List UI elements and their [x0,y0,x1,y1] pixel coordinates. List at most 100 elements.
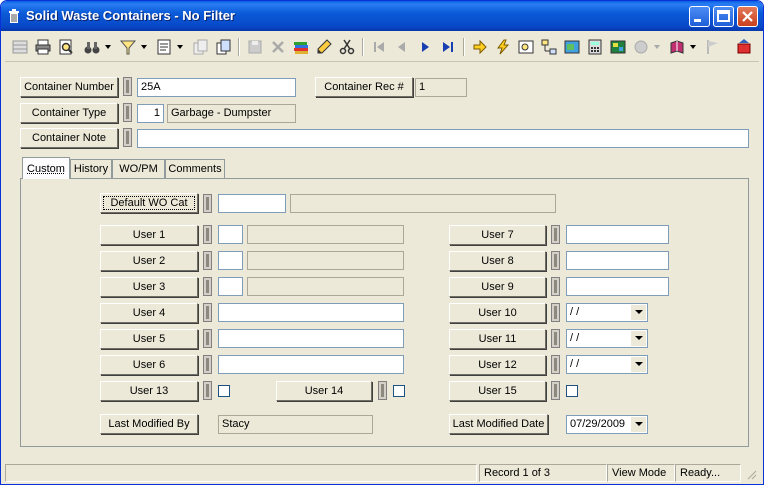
reports-dropdown-icon[interactable] [177,44,183,50]
user15-checkbox[interactable] [566,385,578,397]
user2-button[interactable]: User 2 [100,251,198,271]
user3-code-input[interactable] [218,277,243,296]
user10-date-picker[interactable]: / / [566,303,648,322]
container-type-description: Garbage - Dumpster [167,104,296,123]
application-window: Solid Waste Containers - No Filter Conta… [0,0,764,485]
next-record-button[interactable] [414,36,436,58]
container-type-button[interactable]: Container Type [20,103,118,123]
user7-input[interactable] [566,225,669,244]
field-marker [551,355,560,374]
default-wo-cat-button[interactable]: Default WO Cat [100,193,198,213]
minimize-button[interactable] [689,6,710,27]
print-button[interactable] [32,36,54,58]
help-dropdown-icon[interactable] [690,44,696,50]
status-state: Ready... [675,464,741,482]
books-button[interactable] [290,36,312,58]
maximize-icon [717,10,730,22]
flag-button[interactable] [702,36,724,58]
save-button[interactable] [244,36,266,58]
lightning-button[interactable] [492,36,514,58]
user15-button[interactable]: User 15 [449,381,546,401]
user5-input[interactable] [218,329,404,348]
chevron-down-icon[interactable] [631,357,646,372]
container-type-code-input[interactable]: 1 [137,104,164,123]
container-rec-button[interactable]: Container Rec # [315,77,413,97]
container-note-button[interactable]: Container Note [20,128,118,148]
first-record-button[interactable] [368,36,390,58]
user1-code-input[interactable] [218,225,243,244]
user13-button[interactable]: User 13 [100,381,198,401]
user3-button[interactable]: User 3 [100,277,198,297]
user5-button[interactable]: User 5 [100,329,198,349]
globe-button[interactable] [630,36,652,58]
maximize-button[interactable] [713,6,734,27]
user4-input[interactable] [218,303,404,322]
previous-record-button[interactable] [391,36,413,58]
user2-code-input[interactable] [218,251,243,270]
toolbar [5,34,759,62]
default-wo-cat-code-input[interactable] [218,194,286,213]
user13-checkbox[interactable] [218,385,230,397]
copy-disabled-button[interactable] [189,36,211,58]
user9-button[interactable]: User 9 [449,277,546,297]
user11-button[interactable]: User 11 [449,329,546,349]
reports-button[interactable] [153,36,175,58]
search-window-button[interactable] [515,36,537,58]
container-note-input[interactable] [137,129,749,148]
goto-button[interactable] [469,36,491,58]
find-dropdown-icon[interactable] [105,44,111,50]
user12-button[interactable]: User 12 [449,355,546,375]
user8-button[interactable]: User 8 [449,251,546,271]
container-number-input[interactable]: 25A [137,78,296,97]
chevron-down-icon[interactable] [631,331,646,346]
user9-input[interactable] [566,277,669,296]
minimize-icon [694,19,701,22]
chevron-down-icon[interactable] [631,417,646,432]
user7-button[interactable]: User 7 [449,225,546,245]
last-record-button[interactable] [437,36,459,58]
last-modified-by-button[interactable]: Last Modified By [100,414,198,434]
user12-date-picker[interactable]: / / [566,355,648,374]
cancel-button[interactable] [267,36,289,58]
copy-record-button[interactable] [212,36,234,58]
edit-button[interactable] [313,36,335,58]
last-modified-date-picker[interactable]: 07/29/2009 [566,415,648,434]
new-record-button[interactable] [9,36,31,58]
calculator-button[interactable] [584,36,606,58]
title-bar[interactable]: Solid Waste Containers - No Filter [1,1,763,31]
container-number-button[interactable]: Container Number [20,77,118,97]
resize-grip-icon[interactable] [745,468,757,480]
user14-button[interactable]: User 14 [276,381,372,401]
filter-button[interactable] [117,36,139,58]
exit-button[interactable] [733,36,755,58]
user14-checkbox[interactable] [393,385,405,397]
cut-button[interactable] [336,36,358,58]
tab-wo-pm[interactable]: WO/PM [112,159,165,178]
user1-button[interactable]: User 1 [100,225,198,245]
user4-button[interactable]: User 4 [100,303,198,323]
globe-dropdown-icon[interactable] [654,44,660,50]
user6-button[interactable]: User 6 [100,355,198,375]
tab-history[interactable]: History [70,159,112,178]
find-button[interactable] [81,36,103,58]
close-button[interactable] [737,6,758,27]
help-book-button[interactable] [666,36,688,58]
hierarchy-button[interactable] [538,36,560,58]
gis-button[interactable] [607,36,629,58]
last-modified-date-button[interactable]: Last Modified Date [449,414,548,434]
last-modified-by-value: Stacy [218,415,373,434]
tab-comments[interactable]: Comments [165,159,225,178]
user8-input[interactable] [566,251,669,270]
user10-button[interactable]: User 10 [449,303,546,323]
status-blank [5,464,477,482]
map-button[interactable] [561,36,583,58]
printer-icon [35,39,51,55]
user6-input[interactable] [218,355,404,374]
user11-date-picker[interactable]: / / [566,329,648,348]
tab-custom[interactable]: Custom [22,157,70,179]
field-marker [123,77,132,96]
chevron-down-icon[interactable] [631,305,646,320]
filter-dropdown-icon[interactable] [141,44,147,50]
print-preview-button[interactable] [55,36,77,58]
status-bar: Record 1 of 3 View Mode Ready... [5,464,759,482]
